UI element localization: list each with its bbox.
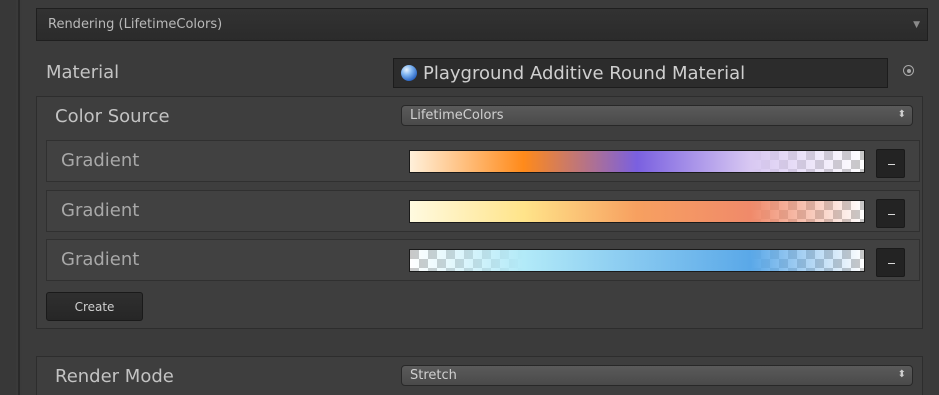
object-picker-icon[interactable] <box>903 65 914 76</box>
inspector-divider <box>18 0 20 395</box>
gradient-row: Gradient <box>46 140 920 182</box>
inspector-left-rail <box>0 0 16 395</box>
gradient-bar[interactable] <box>409 150 865 173</box>
remove-gradient-button[interactable] <box>876 199 905 228</box>
section-title: Rendering (LifetimeColors) <box>48 17 223 32</box>
remove-gradient-button[interactable] <box>876 149 905 178</box>
dropdown-arrows-icon: ⬍ <box>897 109 906 120</box>
color-source-value: LifetimeColors <box>410 108 504 123</box>
render-mode-label: Render Mode <box>55 366 174 387</box>
gradient-label: Gradient <box>61 249 140 270</box>
dropdown-arrows-icon: ⬍ <box>897 369 906 380</box>
gradient-label: Gradient <box>61 200 140 221</box>
color-source-label: Color Source <box>55 106 170 127</box>
remove-gradient-button[interactable] <box>876 248 905 277</box>
collapse-arrow-icon[interactable]: ▼ <box>913 20 920 30</box>
render-mode-dropdown[interactable]: Stretch ⬍ <box>401 365 913 386</box>
material-value: Playground Additive Round Material <box>423 63 746 84</box>
color-source-dropdown[interactable]: LifetimeColors ⬍ <box>401 105 913 126</box>
create-button-label: Create <box>74 300 115 314</box>
rendering-section-header[interactable]: Rendering (LifetimeColors) ▼ <box>36 8 928 41</box>
gradient-label: Gradient <box>61 150 140 171</box>
gradient-bar[interactable] <box>409 249 865 272</box>
material-object-field[interactable]: Playground Additive Round Material <box>393 58 888 88</box>
gradient-row: Gradient <box>46 190 920 232</box>
render-mode-value: Stretch <box>410 368 457 383</box>
gradient-row: Gradient <box>46 239 920 281</box>
gradient-bar[interactable] <box>409 200 865 223</box>
material-label: Material <box>46 62 120 83</box>
material-sphere-icon <box>401 65 417 81</box>
minus-icon <box>888 263 895 264</box>
minus-icon <box>888 164 895 165</box>
create-gradient-button[interactable]: Create <box>46 292 143 321</box>
minus-icon <box>888 214 895 215</box>
